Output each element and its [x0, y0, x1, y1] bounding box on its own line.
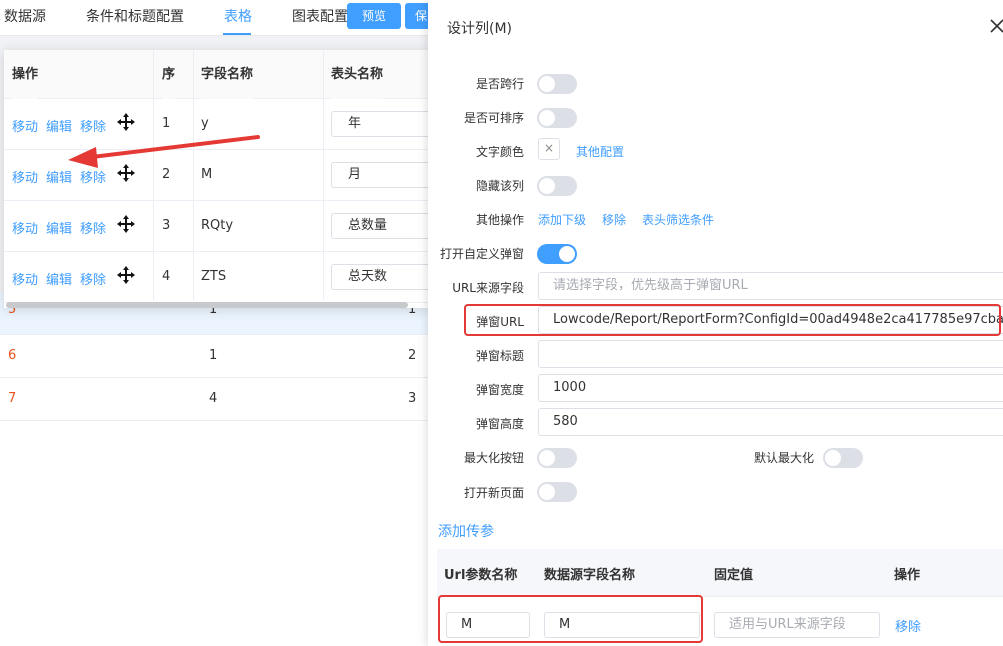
tab-datasource[interactable]: 数据源	[4, 6, 46, 26]
add-param-link[interactable]: 添加传参	[438, 521, 494, 541]
remove-param-link[interactable]: 移除	[895, 616, 921, 635]
move-link[interactable]: 移动	[12, 269, 38, 288]
remove-link[interactable]: 移除	[80, 116, 106, 135]
param-table-header: Url参数名称 数据源字段名称 固定值 操作	[437, 549, 1003, 597]
default-max-label: 默认最大化	[753, 451, 814, 465]
move-link[interactable]: 移动	[12, 218, 38, 237]
remove-link[interactable]: 移除	[80, 167, 106, 186]
tab-table[interactable]: 表格	[224, 6, 252, 26]
custom-popup-label: 打开自定义弹窗	[439, 247, 524, 261]
url-source-select[interactable]: 请选择字段，优先级高于弹窗URL	[538, 272, 1003, 300]
custom-popup-toggle[interactable]	[537, 244, 577, 264]
table-row[interactable]: 6 1 2	[0, 335, 430, 378]
color-picker[interactable]: ×	[538, 138, 560, 160]
highlight-box	[438, 595, 703, 643]
column-list-popup: 操作 序 字段名称 表头名称 移动 编辑 移除 1 y 年 移动 编辑 移除 2…	[4, 50, 430, 308]
header-url-param: Url参数名称	[444, 568, 518, 583]
header-actions: 操作	[12, 50, 39, 99]
edit-link[interactable]: 编辑	[46, 116, 72, 135]
edit-link[interactable]: 编辑	[46, 218, 72, 237]
row-field-name: ZTS	[201, 269, 227, 284]
close-icon[interactable]	[989, 18, 1003, 34]
drawer-title: 设计列(M)	[447, 21, 513, 37]
column-divider	[323, 50, 324, 300]
tab-conditions-title[interactable]: 条件和标题配置	[86, 6, 184, 26]
row-seq: 3	[162, 218, 171, 233]
edit-link[interactable]: 编辑	[46, 269, 72, 288]
row-seq: 1	[162, 116, 171, 131]
max-button-label: 最大化按钮	[463, 451, 524, 465]
column-title-input[interactable]: 月	[331, 162, 430, 188]
default-max-toggle[interactable]	[823, 448, 863, 468]
preview-button[interactable]: 预览	[347, 3, 401, 29]
drag-move-icon[interactable]	[116, 214, 136, 234]
row-cell: 2	[408, 348, 417, 363]
popup-table-header: 操作 序 字段名称 表头名称	[4, 50, 430, 99]
hide-column-label: 隐藏该列	[475, 179, 524, 193]
header-operation: 操作	[894, 568, 921, 583]
add-child-link[interactable]: 添加下级	[538, 211, 586, 228]
wrap-toggle[interactable]	[537, 74, 577, 94]
column-divider	[193, 50, 194, 300]
row-field-name: M	[201, 167, 213, 182]
move-link[interactable]: 移动	[12, 167, 38, 186]
open-new-page-label: 打开新页面	[463, 486, 524, 500]
row-cell: 4	[209, 391, 218, 406]
design-column-drawer: 设计列(M) 是否跨行 是否可排序 文字颜色 × 其他配置 隐藏该列 其他操作 …	[428, 0, 1003, 646]
drag-move-icon[interactable]	[116, 163, 136, 183]
table-row: 移动 编辑 移除 2 M 月	[4, 150, 430, 201]
header-source-field: 数据源字段名称	[544, 568, 636, 583]
popup-title-input[interactable]	[538, 340, 1003, 368]
table-row: 移动 编辑 移除 1 y 年	[4, 99, 430, 150]
sortable-toggle[interactable]	[537, 108, 577, 128]
row-field-name: y	[201, 116, 209, 131]
header-column-title: 表头名称	[331, 50, 384, 99]
open-new-page-toggle[interactable]	[537, 482, 577, 502]
drag-move-icon[interactable]	[116, 265, 136, 285]
move-link[interactable]: 移动	[12, 116, 38, 135]
other-config-link[interactable]: 其他配置	[576, 143, 624, 160]
remove-column-link[interactable]: 移除	[602, 211, 626, 228]
header-field-name: 字段名称	[201, 50, 254, 99]
table-row: 移动 编辑 移除 3 RQty 总数量	[4, 201, 430, 252]
popup-height-input[interactable]: 580	[538, 408, 1003, 436]
horizontal-scrollbar[interactable]	[6, 302, 408, 308]
remove-link[interactable]: 移除	[80, 218, 106, 237]
text-color-label: 文字颜色	[475, 145, 524, 159]
header-seq: 序	[162, 50, 176, 99]
table-row: 移动 编辑 移除 4 ZTS 总天数	[4, 252, 430, 303]
column-title-input[interactable]: 年	[331, 111, 430, 137]
popup-width-input[interactable]: 1000	[538, 374, 1003, 402]
row-cell: 1	[209, 348, 218, 363]
column-title-input[interactable]: 总数量	[331, 213, 430, 239]
tab-chart-config[interactable]: 图表配置	[292, 6, 348, 26]
popup-title-label: 弹窗标题	[475, 349, 524, 363]
header-filter-link[interactable]: 表头筛选条件	[642, 211, 714, 228]
edit-link[interactable]: 编辑	[46, 167, 72, 186]
other-ops-label: 其他操作	[475, 213, 524, 227]
max-button-toggle[interactable]	[537, 448, 577, 468]
active-tab-indicator	[223, 33, 251, 35]
row-cell: 3	[408, 391, 417, 406]
row-index: 6	[8, 348, 17, 363]
header-fixed-value: 固定值	[714, 568, 754, 583]
row-seq: 2	[162, 167, 171, 182]
table-row[interactable]: 7 4 3	[0, 378, 430, 421]
row-seq: 4	[162, 269, 171, 284]
drag-move-icon[interactable]	[116, 112, 136, 132]
sortable-label: 是否可排序	[463, 111, 524, 125]
top-navigation: 数据源 条件和标题配置 表格 图表配置 预览 保	[0, 0, 433, 36]
row-field-name: RQty	[201, 218, 234, 233]
wrap-label: 是否跨行	[475, 77, 524, 91]
highlight-box	[464, 304, 1001, 336]
row-index: 7	[8, 391, 17, 406]
column-title-input[interactable]: 总天数	[331, 264, 430, 290]
column-divider	[153, 50, 154, 300]
popup-height-label: 弹窗高度	[475, 417, 524, 431]
popup-width-label: 弹窗宽度	[475, 383, 524, 397]
remove-link[interactable]: 移除	[80, 269, 106, 288]
fixed-value-input[interactable]: 适用与URL来源字段	[714, 612, 880, 638]
url-source-label: URL来源字段	[452, 281, 524, 295]
hide-column-toggle[interactable]	[537, 176, 577, 196]
